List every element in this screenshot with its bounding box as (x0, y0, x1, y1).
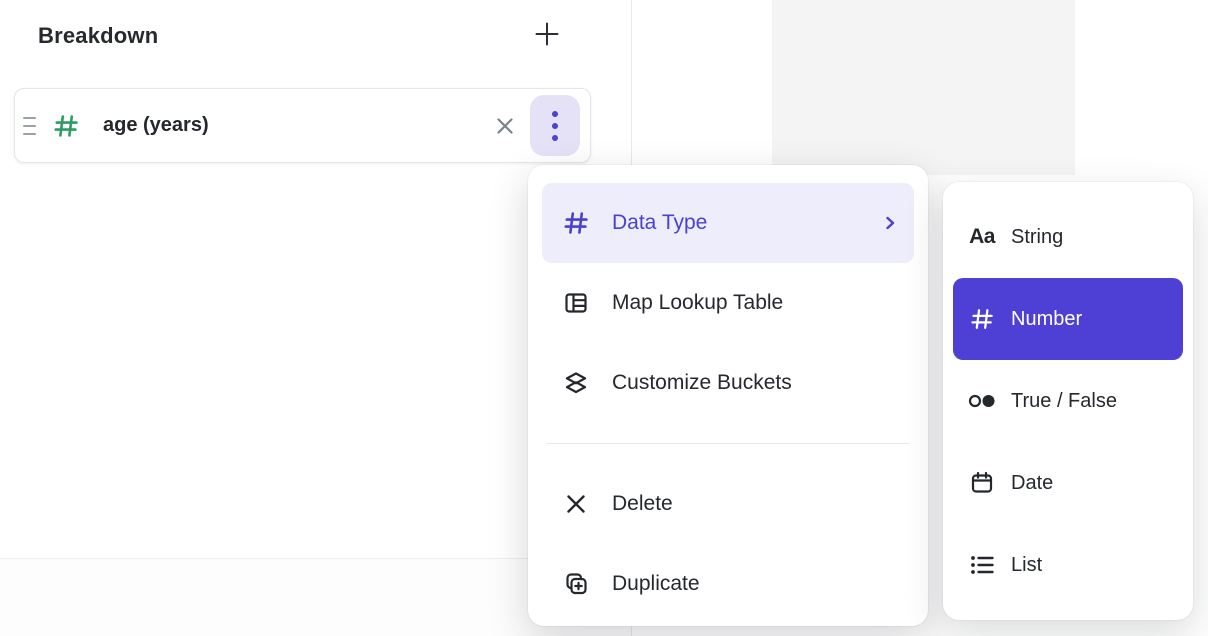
table-icon (562, 289, 590, 317)
context-menu: Data Type Map Lookup Table (528, 165, 928, 626)
list-icon (967, 550, 997, 580)
breakdown-title: Breakdown (38, 23, 158, 49)
menu-item-customize-buckets[interactable]: Customize Buckets (542, 343, 914, 423)
menu-item-label: Data Type (612, 211, 707, 235)
submenu-item-label: String (1011, 226, 1063, 249)
breakdown-header: Breakdown (38, 16, 591, 56)
hash-icon (562, 209, 590, 237)
kebab-icon (552, 111, 558, 117)
calendar-icon (967, 468, 997, 498)
breakdown-property-label: age (years) (103, 114, 209, 137)
duplicate-icon (562, 570, 590, 598)
chevron-right-icon (882, 215, 898, 231)
submenu-item-label: Date (1011, 472, 1053, 495)
data-type-submenu: Aa String Number True / False (943, 182, 1193, 620)
chart-placeholder (772, 0, 1075, 175)
menu-item-delete[interactable]: Delete (542, 464, 914, 544)
string-icon: Aa (967, 222, 997, 252)
menu-item-label: Delete (612, 492, 673, 516)
close-icon (493, 114, 517, 138)
toggle-circles-icon (967, 386, 997, 416)
menu-divider (546, 443, 910, 444)
submenu-item-true-false[interactable]: True / False (953, 360, 1183, 442)
submenu-item-number[interactable]: Number (953, 278, 1183, 360)
submenu-item-label: Number (1011, 308, 1082, 331)
menu-item-label: Customize Buckets (612, 371, 792, 395)
remove-breakdown-button[interactable] (488, 109, 522, 143)
submenu-item-string[interactable]: Aa String (953, 196, 1183, 278)
submenu-item-date[interactable]: Date (953, 442, 1183, 524)
add-breakdown-button[interactable] (528, 15, 566, 53)
drag-handle-icon[interactable] (23, 117, 37, 135)
menu-item-map-lookup-table[interactable]: Map Lookup Table (542, 263, 914, 343)
menu-item-label: Duplicate (612, 572, 700, 596)
breakdown-panel-screen: Breakdown age (years) (0, 0, 1208, 636)
submenu-item-label: List (1011, 554, 1042, 577)
menu-item-data-type[interactable]: Data Type (542, 183, 914, 263)
submenu-item-label: True / False (1011, 390, 1117, 413)
x-icon (562, 490, 590, 518)
menu-item-label: Map Lookup Table (612, 291, 783, 315)
hash-icon (967, 304, 997, 334)
plus-icon (532, 19, 562, 49)
breakdown-pill[interactable]: age (years) (14, 88, 591, 163)
more-options-button[interactable] (530, 95, 580, 156)
number-hash-icon (52, 112, 80, 140)
menu-item-duplicate[interactable]: Duplicate (542, 544, 914, 624)
submenu-item-list[interactable]: List (953, 524, 1183, 606)
layers-icon (562, 369, 590, 397)
